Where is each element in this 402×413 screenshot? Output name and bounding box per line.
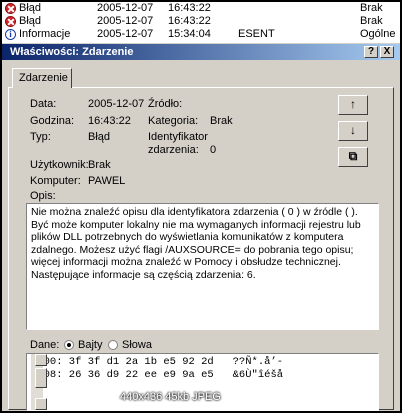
previous-event-button[interactable]: ↑ [338,95,368,115]
category-value: Brak [210,115,233,127]
date-label: Data: [30,98,57,110]
event-list: Błąd 2005-12-07 16:43:22 Brak Błąd 2005-… [2,2,400,43]
copy-button[interactable]: ⧉ [338,147,368,167]
event-time: 16:43:22 [168,15,211,27]
tab-label: Zdarzenie [19,72,68,84]
info-icon: i [5,29,16,40]
type-label: Typ: [30,131,51,143]
arrow-down-icon: ↓ [350,123,356,137]
event-type: Błąd [19,15,42,27]
event-date: 2005-12-07 [97,28,154,40]
computer-value: PAWEL [88,175,126,187]
source-label: Źródło: [148,98,183,110]
event-category: Ogólne [360,28,396,40]
category-label: Kategoria: [148,115,199,127]
user-label: Użytkownik: [30,159,89,171]
image-caption: 440x436 45kb JPEG [120,391,221,403]
user-value: Brak [88,159,111,171]
list-item[interactable]: Błąd 2005-12-07 16:43:22 Brak [2,15,400,28]
scroll-down-button[interactable] [35,398,47,410]
words-radio[interactable] [108,340,118,350]
event-date: 2005-12-07 [97,2,154,14]
list-item[interactable]: Błąd 2005-12-07 16:43:22 Brak [2,2,400,15]
time-label: Godzina: [30,115,75,127]
event-time: 16:43:22 [168,2,211,14]
description-box[interactable]: Nie można znaleźć opisu dla identyfikato… [26,203,379,330]
scroll-up-button[interactable] [35,354,47,366]
event-id-label-1: Identyfikator [148,131,208,143]
time-value: 16:43:22 [88,115,131,127]
copy-icon: ⧉ [348,149,358,163]
arrow-up-icon: ↑ [350,97,356,111]
event-date: 2005-12-07 [97,15,154,27]
date-value: 2005-12-07 [88,98,145,110]
description-text: Nie można znaleźć opisu dla identyfikato… [31,206,361,281]
event-time: 15:34:04 [168,28,211,40]
event-category: Brak [360,2,383,14]
description-label: Opis: [30,190,56,202]
event-id-value: 0 [210,144,217,156]
error-icon [5,16,16,27]
event-category: Brak [360,15,383,27]
scroll-thumb[interactable] [35,368,47,388]
dialog-titlebar[interactable]: Właściwości: Zdarzenie ? X [2,44,400,60]
dialog-title: Właściwości: Zdarzenie [10,46,134,58]
error-icon [5,3,16,14]
help-button[interactable]: ? [364,46,378,58]
bytes-radio[interactable] [64,340,74,350]
next-event-button[interactable]: ↓ [338,121,368,141]
close-button[interactable]: X [380,46,394,58]
list-item[interactable]: i Informacje 2005-12-07 15:34:04 ESENT O… [2,28,400,41]
window: Błąd 2005-12-07 16:43:22 Brak Błąd 2005-… [2,2,400,411]
tab-zdarzenie[interactable]: Zdarzenie [12,68,72,88]
computer-label: Komputer: [30,175,81,187]
words-radio-label[interactable]: Słowa [122,339,152,351]
event-id-label-2: zdarzenia: [148,144,199,156]
bytes-radio-label[interactable]: Bajty [78,339,102,351]
event-source: ESENT [238,28,275,40]
type-value: Błąd [88,131,111,143]
event-type: Błąd [19,2,42,14]
scrollbar[interactable] [31,354,47,410]
event-type: Informacje [19,28,71,40]
data-label: Dane: [30,339,60,351]
